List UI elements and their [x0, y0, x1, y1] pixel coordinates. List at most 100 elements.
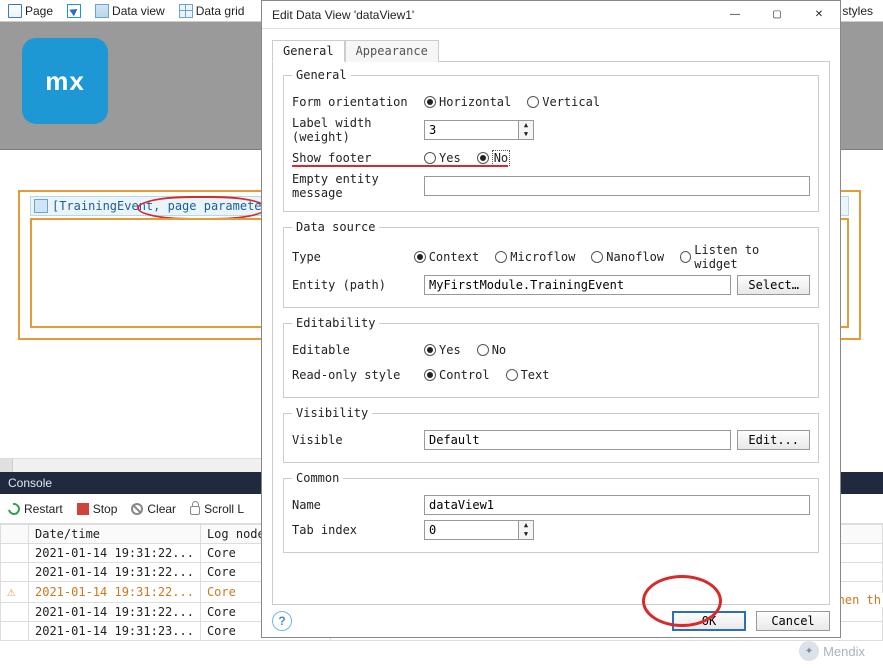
tab-appearance[interactable]: Appearance: [345, 40, 439, 62]
dialog-footer: ? OK Cancel: [262, 605, 840, 637]
truncated-warn-text: hen th: [836, 593, 883, 607]
show-footer-no-radio[interactable]: No: [477, 150, 510, 166]
type-microflow-radio[interactable]: Microflow: [495, 250, 575, 264]
form-orientation-label: Form orientation: [292, 95, 418, 109]
section-data-source-legend: Data source: [292, 220, 379, 234]
type-listen-radio[interactable]: Listen to widget: [680, 243, 800, 271]
toolbar-styles-tab[interactable]: styles: [842, 4, 879, 18]
radio-icon: [424, 96, 436, 108]
app-logo: mx: [22, 38, 108, 124]
console-restart-button[interactable]: Restart: [8, 502, 63, 516]
toolbar-data-grid-button[interactable]: Data grid: [175, 3, 249, 19]
entity-path-label: Entity (path): [292, 278, 418, 292]
toolbar-cursor-button[interactable]: [63, 3, 85, 19]
readonly-text-radio[interactable]: Text: [506, 368, 550, 382]
stop-icon: [77, 503, 89, 515]
tab-index-label: Tab index: [292, 523, 418, 537]
log-level-icon: [1, 563, 29, 582]
empty-entity-input[interactable]: [424, 176, 810, 196]
log-header-icon[interactable]: [1, 525, 29, 544]
stepper-up-icon[interactable]: ▲: [519, 521, 533, 530]
console-stop-button[interactable]: Stop: [77, 502, 118, 516]
toolbar-page-label: Page: [25, 4, 53, 18]
stepper-down-icon[interactable]: ▼: [519, 530, 533, 539]
clear-icon: [131, 503, 143, 515]
restart-icon: [6, 500, 23, 517]
label-width-stepper[interactable]: ▲▼: [424, 120, 534, 140]
page-icon: [8, 4, 22, 18]
log-datetime: 2021-01-14 19:31:22...: [29, 582, 201, 603]
radio-icon: [477, 344, 489, 356]
readonly-control-radio[interactable]: Control: [424, 368, 490, 382]
visible-edit-button[interactable]: Edit...: [737, 430, 810, 450]
toolbar-data-view-label: Data view: [112, 4, 165, 18]
data-view-icon: [34, 199, 48, 213]
radio-icon: [424, 152, 436, 164]
tabpanel-general: General Form orientation Horizontal Vert…: [272, 61, 830, 605]
stepper-down-icon[interactable]: ▼: [519, 130, 533, 139]
form-orientation-vertical-radio[interactable]: Vertical: [527, 95, 600, 109]
section-visibility-legend: Visibility: [292, 406, 372, 420]
radio-icon: [506, 369, 518, 381]
log-level-icon: [1, 622, 29, 641]
editable-no-radio[interactable]: No: [477, 343, 506, 357]
radio-icon: [414, 251, 426, 263]
parameter-text: [TrainingEvent, page parameter]: [52, 199, 276, 213]
section-editability: Editability Editable Yes No Read-only st…: [283, 316, 819, 398]
show-footer-label: Show footer: [292, 151, 418, 165]
visible-label: Visible: [292, 433, 418, 447]
horizontal-scrollbar[interactable]: [0, 458, 261, 472]
name-input[interactable]: [424, 495, 810, 515]
section-data-source: Data source Type Context Microflow Nanof…: [283, 220, 819, 308]
readonly-style-label: Read-only style: [292, 368, 418, 382]
radio-icon: [680, 251, 691, 263]
console-scroll-lock-button[interactable]: Scroll L: [190, 502, 244, 516]
radio-icon: [477, 152, 489, 164]
window-minimize-button[interactable]: —: [714, 1, 756, 29]
show-footer-yes-radio[interactable]: Yes: [424, 151, 461, 165]
cancel-button[interactable]: Cancel: [756, 611, 830, 631]
log-header-datetime[interactable]: Date/time: [29, 525, 201, 544]
window-maximize-button[interactable]: ▢: [756, 1, 798, 29]
entity-path-input[interactable]: [424, 275, 731, 295]
section-common-legend: Common: [292, 471, 343, 485]
tab-index-input[interactable]: [424, 520, 518, 540]
cursor-icon: [67, 4, 81, 18]
dialog-titlebar[interactable]: Edit Data View 'dataView1' — ▢ ✕: [262, 1, 840, 29]
toolbar-page-button[interactable]: Page: [4, 3, 57, 19]
console-clear-button[interactable]: Clear: [131, 502, 176, 516]
editable-yes-radio[interactable]: Yes: [424, 343, 461, 357]
log-datetime: 2021-01-14 19:31:23...: [29, 622, 201, 641]
help-button[interactable]: ?: [272, 611, 292, 631]
empty-entity-label: Empty entity message: [292, 172, 418, 200]
stepper-up-icon[interactable]: ▲: [519, 121, 533, 130]
log-level-icon: ⚠: [1, 582, 29, 603]
lock-icon: [190, 506, 200, 515]
type-nanoflow-radio[interactable]: Nanoflow: [591, 250, 664, 264]
label-width-label: Label width (weight): [292, 116, 418, 144]
log-datetime: 2021-01-14 19:31:22...: [29, 603, 201, 622]
type-context-radio[interactable]: Context: [414, 250, 480, 264]
tab-index-stepper[interactable]: ▲▼: [424, 520, 534, 540]
radio-icon: [424, 344, 436, 356]
dialog-tabs: General Appearance: [262, 29, 840, 61]
name-label: Name: [292, 498, 418, 512]
toolbar-data-grid-label: Data grid: [196, 4, 245, 18]
form-orientation-horizontal-radio[interactable]: Horizontal: [424, 95, 511, 109]
type-label: Type: [292, 250, 408, 264]
section-common: Common Name Tab index ▲▼: [283, 471, 819, 553]
radio-icon: [495, 251, 507, 263]
toolbar-data-view-button[interactable]: Data view: [91, 3, 169, 19]
tab-general[interactable]: General: [272, 40, 345, 62]
visible-value-input[interactable]: [424, 430, 731, 450]
data-view-icon: [95, 4, 109, 18]
radio-icon: [424, 369, 436, 381]
section-visibility: Visibility Visible Edit...: [283, 406, 819, 463]
ok-button[interactable]: OK: [672, 611, 746, 631]
section-general: General Form orientation Horizontal Vert…: [283, 68, 819, 212]
log-datetime: 2021-01-14 19:31:22...: [29, 563, 201, 582]
window-close-button[interactable]: ✕: [798, 1, 840, 29]
label-width-input[interactable]: [424, 120, 518, 140]
entity-select-button[interactable]: Select…: [737, 275, 810, 295]
log-level-icon: [1, 544, 29, 563]
